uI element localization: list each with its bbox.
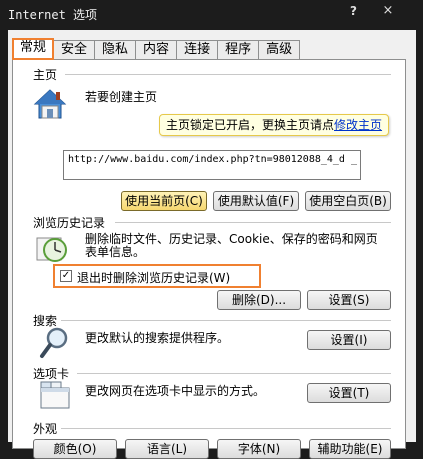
tab-general[interactable]: 常规	[12, 38, 55, 60]
tabs-description: 更改网页在选项卡中显示的方式。	[85, 384, 266, 398]
tab-content[interactable]: 内容	[135, 40, 178, 60]
history-settings-button[interactable]: 设置(S)	[307, 290, 391, 310]
use-current-button[interactable]: 使用当前页(C)	[121, 191, 207, 211]
tab-security[interactable]: 安全	[53, 40, 96, 60]
internet-options-dialog: 常规 安全 隐私 内容 连接 程序 高级 主页 若要创建主页 主页锁定已开启，更…	[8, 30, 416, 459]
tab-connections[interactable]: 连接	[176, 40, 219, 60]
tab-programs[interactable]: 程序	[217, 40, 260, 60]
delete-on-exit-checkbox[interactable]: ✓	[60, 270, 72, 282]
search-divider	[61, 320, 391, 321]
general-panel: 主页 若要创建主页 主页锁定已开启，更换主页请点修改主页 http://www.…	[12, 59, 406, 459]
home-icon	[33, 88, 67, 123]
title-bar: Internet 选项 ? ×	[0, 0, 423, 30]
tab-privacy[interactable]: 隐私	[94, 40, 137, 60]
search-settings-button[interactable]: 设置(I)	[307, 330, 391, 350]
modify-homepage-link[interactable]: 修改主页	[334, 118, 382, 132]
tabbed-window-icon	[39, 380, 71, 413]
colors-button[interactable]: 颜色(O)	[33, 439, 117, 459]
history-description-line2: 表单信息。	[85, 245, 146, 259]
home-heading: 主页	[33, 68, 58, 82]
tabs-divider	[77, 373, 391, 374]
window-title: Internet 选项	[8, 8, 98, 22]
search-description: 更改默认的搜索提供程序。	[85, 331, 230, 345]
delete-on-exit-option[interactable]: ✓ 退出时删除浏览历史记录(W)	[53, 264, 261, 288]
tooltip-text: 主页锁定已开启，更换主页请点	[166, 118, 335, 132]
use-blank-button[interactable]: 使用空白页(B)	[305, 191, 391, 211]
tab-strip: 常规 安全 隐私 内容 连接 程序 高级	[12, 38, 301, 60]
close-button[interactable]: ×	[378, 3, 398, 19]
home-divider	[65, 74, 391, 75]
homepage-lock-tooltip: 主页锁定已开启，更换主页请点修改主页	[159, 114, 389, 136]
languages-button[interactable]: 语言(L)	[125, 439, 209, 459]
appearance-heading: 外观	[33, 422, 58, 436]
use-default-button[interactable]: 使用默认值(F)	[213, 191, 299, 211]
tabs-settings-button[interactable]: 设置(T)	[307, 383, 391, 403]
help-button[interactable]: ?	[350, 4, 357, 18]
accessibility-button[interactable]: 辅助功能(E)	[309, 439, 391, 459]
home-description: 若要创建主页	[85, 90, 158, 104]
history-heading: 浏览历史记录	[33, 216, 106, 230]
fonts-button[interactable]: 字体(N)	[217, 439, 301, 459]
homepage-url-field[interactable]: http://www.baidu.com/index.php?tn=980120…	[63, 150, 361, 180]
delete-on-exit-label: 退出时删除浏览历史记录(W)	[77, 271, 231, 285]
appearance-divider	[61, 428, 391, 429]
delete-history-button[interactable]: 删除(D)...	[217, 290, 301, 310]
search-magnifier-icon	[39, 326, 71, 363]
history-description-line1: 删除临时文件、历史记录、Cookie、保存的密码和网页	[85, 232, 378, 246]
history-divider	[115, 222, 391, 223]
tab-advanced[interactable]: 高级	[258, 40, 301, 60]
